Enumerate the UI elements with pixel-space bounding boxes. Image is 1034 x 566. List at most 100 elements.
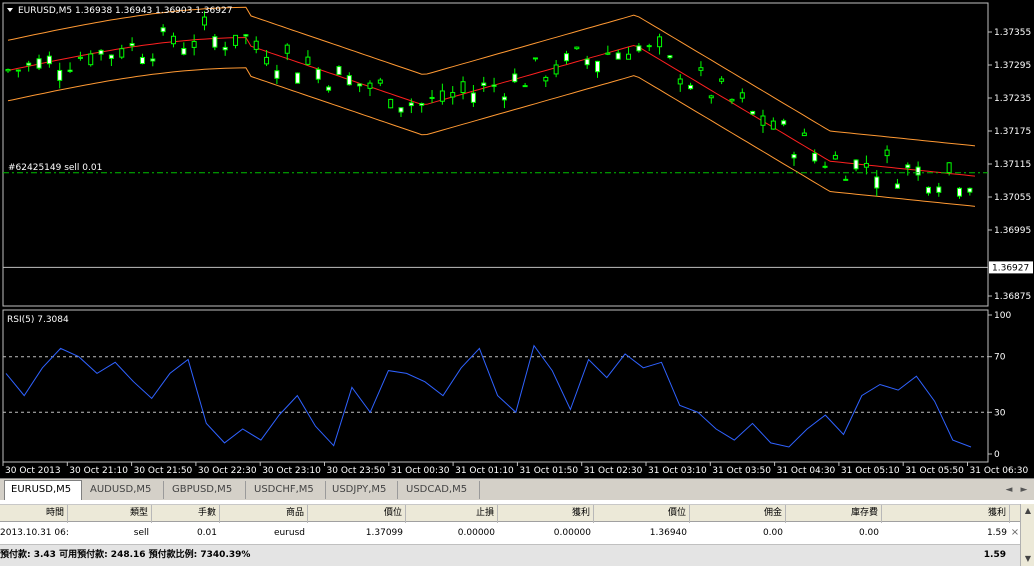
candle-body: [925, 186, 931, 194]
col-type[interactable]: 類型: [68, 505, 152, 523]
candle-body: [357, 83, 363, 87]
col-take-profit[interactable]: 獲利: [498, 505, 594, 523]
candle-body: [863, 162, 869, 168]
candle-body: [739, 92, 745, 99]
candle-body: [57, 69, 63, 81]
candle-body: [253, 40, 259, 50]
candle-body: [574, 46, 580, 50]
candle-body: [729, 98, 735, 102]
tab-audusd-m5[interactable]: AUDUSD,M5: [84, 481, 164, 499]
candle-body: [967, 187, 973, 193]
rsi-axis-label: 30: [994, 408, 1006, 418]
time-axis-label: 30 Oct 2013: [5, 466, 61, 476]
candle-body: [88, 53, 94, 66]
candle-body: [770, 120, 776, 130]
trade-table-header: 時間 類型 手數 商品 價位 止損 獲利 價位 佣金 庫存費 獲利: [0, 504, 1020, 523]
col-lots[interactable]: 手數: [152, 505, 220, 523]
trade-scrollbar[interactable]: ▲ ▼: [1020, 504, 1034, 566]
price-axis-label: 1.37175: [994, 127, 1031, 137]
candle-body: [688, 84, 694, 90]
candle-body: [781, 120, 787, 125]
tab-usdchf-m5[interactable]: USDCHF,M5: [248, 481, 326, 499]
candle-body: [481, 82, 487, 86]
candle-body: [305, 56, 311, 65]
candle-body: [98, 49, 104, 55]
tab-usdcad-m5[interactable]: USDCAD,M5: [400, 481, 480, 499]
candle-body: [77, 56, 83, 59]
tab-usdjpy-m5[interactable]: USDJPY,M5: [326, 481, 398, 499]
time-axis-label: 31 Oct 04:30: [777, 466, 836, 476]
scroll-up-icon[interactable]: ▲: [1021, 504, 1034, 518]
price-axis-label: 1.37295: [994, 61, 1031, 71]
col-swap[interactable]: 庫存費: [786, 505, 882, 523]
candle-body: [398, 107, 404, 113]
tab-eurusd-m5[interactable]: EURUSD,M5: [4, 480, 82, 500]
candle-body: [553, 64, 559, 75]
candle-body: [812, 152, 818, 162]
price-axis-label: 1.37355: [994, 28, 1031, 38]
tabs-prev-icon[interactable]: ◄: [1002, 483, 1016, 497]
col-stop-loss[interactable]: 止損: [406, 505, 498, 523]
bollinger-upper: [7, 6, 976, 147]
rsi-axis-label: 0: [994, 450, 1000, 460]
candle-body: [139, 56, 145, 65]
time-axis-label: 30 Oct 22:30: [198, 466, 257, 476]
summary-profit: 1.59: [983, 550, 1006, 560]
scroll-track[interactable]: [1021, 518, 1034, 552]
candle-body: [388, 98, 394, 109]
rsi-line: [5, 344, 972, 448]
col-time[interactable]: 時間: [0, 505, 68, 523]
tab-gbpusd-m5[interactable]: GBPUSD,M5: [166, 481, 246, 499]
col-commission[interactable]: 佣金: [690, 505, 786, 523]
cell-current-price: 1.36940: [649, 528, 687, 538]
candle-body: [698, 67, 704, 71]
cell-swap: 0.00: [858, 528, 879, 538]
cell-lots: 0.01: [196, 528, 217, 538]
candle-body: [905, 164, 911, 169]
bollinger-lower: [7, 67, 976, 207]
price-chart[interactable]: 1.37355 1.37295 1.37235 1.37175 1.37115 1.370…: [0, 0, 1034, 478]
candle-body: [222, 46, 228, 51]
candle-body: [274, 70, 280, 79]
col-open-price[interactable]: 價位: [308, 505, 406, 523]
chart-header: EURUSD,M5 1.36938 1.36943 1.36903 1.3692…: [18, 6, 232, 16]
candle-body: [491, 84, 497, 87]
candle-body: [160, 27, 166, 33]
candle-body: [584, 58, 590, 66]
candle-body: [884, 149, 890, 157]
candle-body: [626, 53, 632, 60]
time-axis-label: 31 Oct 05:10: [841, 466, 900, 476]
candle-body: [543, 76, 549, 82]
time-axis-label: 31 Oct 02:30: [584, 466, 643, 476]
tabs-next-icon[interactable]: ►: [1017, 483, 1031, 497]
candle-body: [760, 115, 766, 126]
candle-body: [915, 166, 921, 176]
candle-body: [832, 154, 838, 160]
candle-body: [36, 58, 42, 69]
candle-body: [181, 47, 187, 55]
candle-body: [67, 69, 73, 72]
close-order-icon[interactable]: ×: [1010, 523, 1020, 543]
candle-body: [460, 81, 466, 94]
candle-body: [532, 57, 538, 60]
candle-body: [636, 45, 642, 52]
chart-area[interactable]: 1.37355 1.37295 1.37235 1.37175 1.37115 1.370…: [0, 0, 1034, 478]
order-label: #62425149 sell 0.01: [8, 163, 102, 173]
price-axis-label: 1.37235: [994, 94, 1031, 104]
table-row[interactable]: 2013.10.31 06:03 sell 0.01 eurusd 1.3709…: [0, 523, 1020, 543]
candle-body: [512, 73, 518, 83]
scroll-down-icon[interactable]: ▼: [1021, 552, 1034, 566]
candle-body: [791, 154, 797, 159]
cell-profit: 1.59: [986, 528, 1007, 538]
rsi-label: RSI(5) 7.3084: [7, 315, 69, 325]
candle-body: [326, 86, 332, 91]
time-axis-label: 31 Oct 05:50: [905, 466, 964, 476]
cell-symbol: eurusd: [273, 528, 305, 538]
candle-body: [202, 16, 208, 26]
col-symbol[interactable]: 商品: [220, 505, 308, 523]
candle-body: [853, 159, 859, 170]
col-current-price[interactable]: 價位: [594, 505, 690, 523]
col-profit[interactable]: 獲利: [882, 505, 1010, 523]
candle-body: [108, 54, 114, 59]
time-axis-label: 30 Oct 21:10: [69, 466, 128, 476]
